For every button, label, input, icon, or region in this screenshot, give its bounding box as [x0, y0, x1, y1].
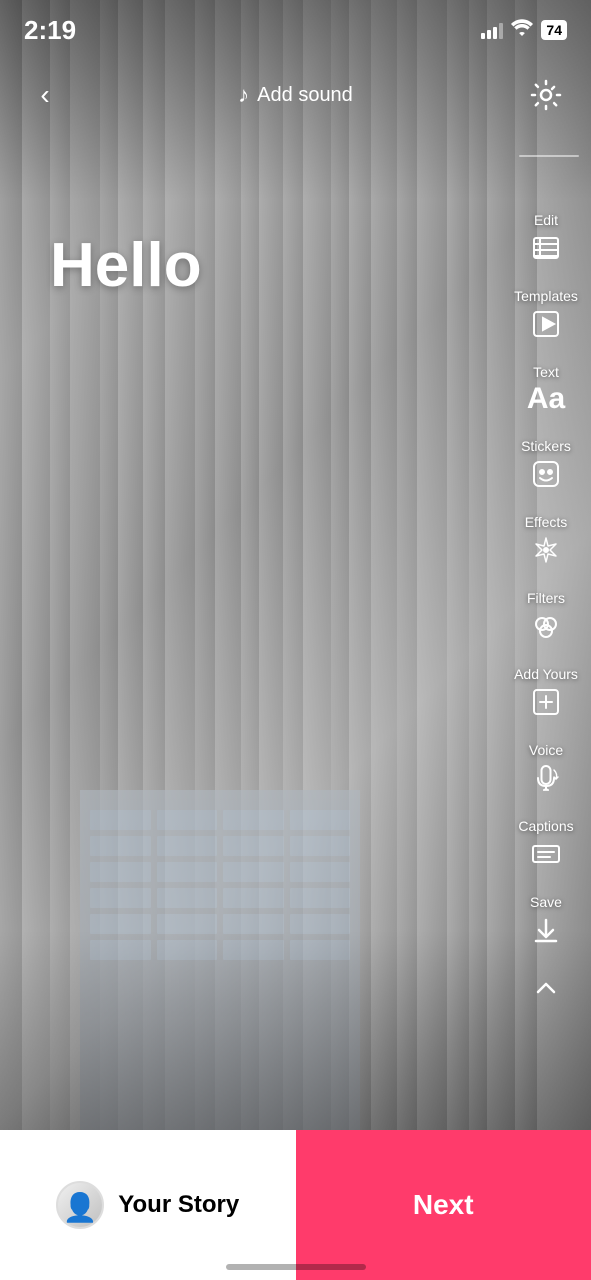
text-icon: Aa: [527, 384, 565, 414]
next-button[interactable]: Next: [296, 1130, 591, 1280]
tool-text[interactable]: Text Aa: [501, 352, 591, 426]
stickers-label: Stickers: [521, 438, 571, 454]
edit-icon: [530, 232, 562, 264]
tool-templates[interactable]: Templates: [501, 276, 591, 352]
edit-label: Edit: [534, 212, 558, 228]
add-yours-label: Add Yours: [514, 666, 578, 682]
story-avatar: 👤: [56, 1181, 104, 1229]
tool-edit[interactable]: Edit: [501, 200, 591, 276]
signal-bars-icon: [481, 21, 503, 39]
stickers-icon: [530, 458, 562, 490]
right-tools: Edit Templates Text Aa Stickers E: [501, 200, 591, 1018]
tool-add-yours[interactable]: Add Yours: [501, 654, 591, 730]
tool-effects[interactable]: Effects: [501, 502, 591, 578]
top-bar: ‹ ♪ Add sound: [0, 60, 591, 130]
avatar-image: 👤: [63, 1194, 98, 1222]
add-yours-icon: [530, 686, 562, 718]
filters-label: Filters: [527, 590, 565, 606]
tool-save[interactable]: Save: [501, 882, 591, 958]
battery-icon: 74: [541, 20, 567, 40]
templates-label: Templates: [514, 288, 578, 304]
tool-captions[interactable]: Captions: [501, 806, 591, 882]
tool-filters[interactable]: Filters: [501, 578, 591, 654]
collapse-button[interactable]: [501, 958, 591, 1018]
captions-label: Captions: [518, 818, 573, 834]
add-sound-label: Add sound: [257, 84, 353, 107]
voice-icon: [530, 762, 562, 794]
your-story-label: Your Story: [118, 1191, 239, 1219]
status-icons: 74: [481, 19, 567, 42]
back-button[interactable]: ‹: [20, 70, 70, 120]
tool-voice[interactable]: Voice: [501, 730, 591, 806]
wifi-icon: [511, 19, 533, 42]
settings-button[interactable]: [521, 70, 571, 120]
home-indicator: [226, 1264, 366, 1270]
bottom-bar: 👤 Your Story Next: [0, 1130, 591, 1280]
status-time: 2:19: [24, 15, 76, 46]
effects-icon: [530, 534, 562, 566]
status-bar: 2:19 74: [0, 0, 591, 60]
next-label: Next: [413, 1189, 474, 1221]
your-story-button[interactable]: 👤 Your Story: [0, 1130, 296, 1280]
top-divider: [519, 155, 579, 157]
add-sound-button[interactable]: ♪ Add sound: [238, 82, 353, 108]
save-icon: [530, 914, 562, 946]
templates-icon: [530, 308, 562, 340]
text-label: Text: [533, 364, 559, 380]
back-chevron-icon: ‹: [40, 79, 49, 111]
filters-icon: [530, 610, 562, 642]
voice-label: Voice: [529, 742, 563, 758]
save-label: Save: [530, 894, 562, 910]
effects-label: Effects: [525, 514, 568, 530]
tool-stickers[interactable]: Stickers: [501, 426, 591, 502]
captions-icon: [530, 838, 562, 870]
gear-icon: [528, 77, 564, 113]
chevron-up-icon: [530, 972, 562, 1004]
music-note-icon: ♪: [238, 82, 249, 108]
main-text: Hello: [50, 230, 202, 301]
